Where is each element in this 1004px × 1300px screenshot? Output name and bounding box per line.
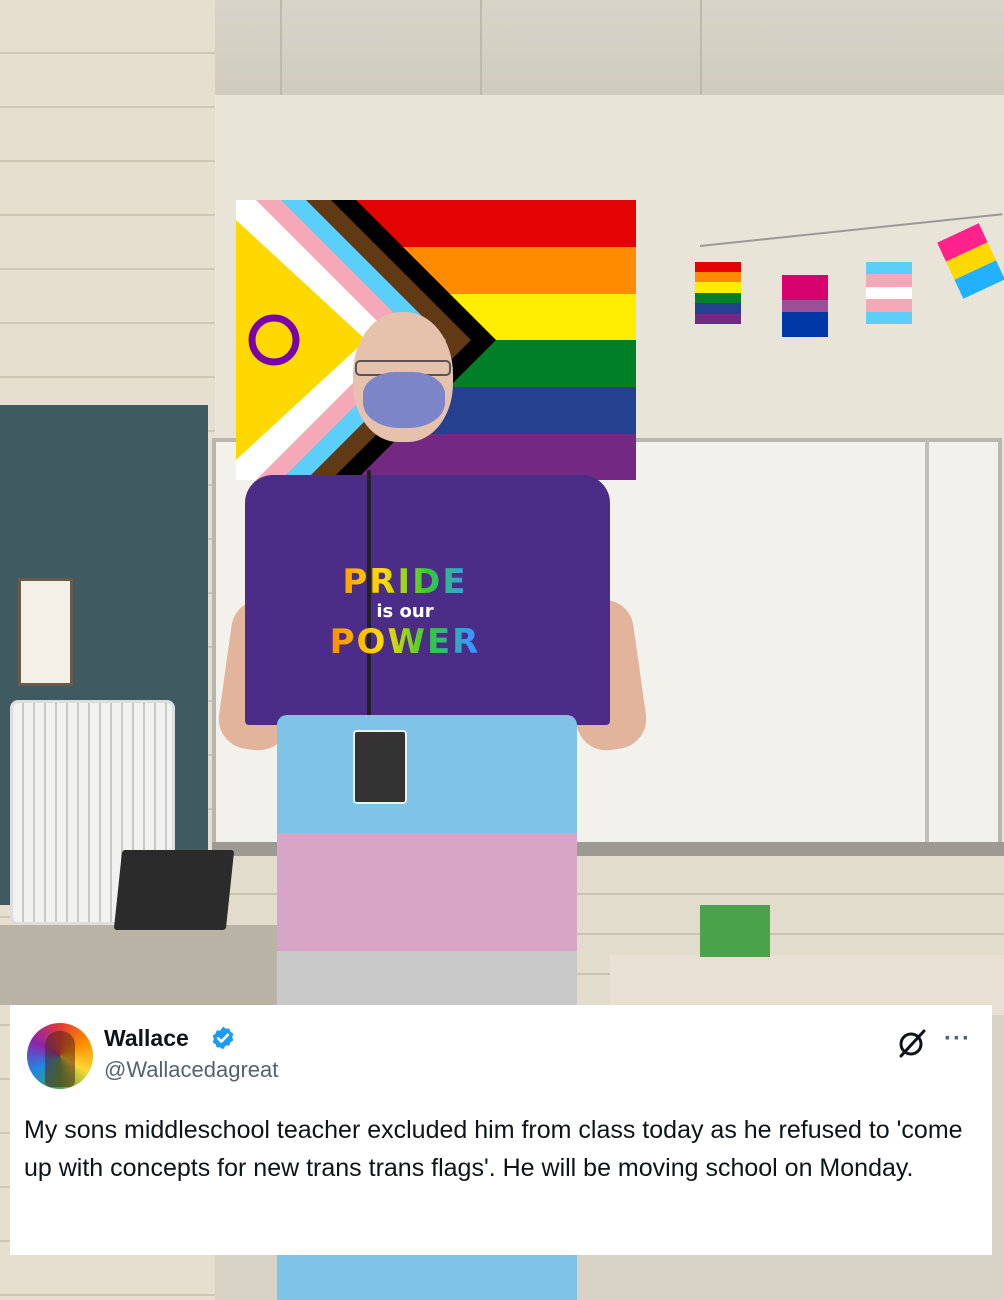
whiteboard-divider: [925, 440, 929, 848]
tweet-card[interactable]: Wallace @Wallacedagreat ··· My sons midd…: [10, 1005, 992, 1255]
grok-icon[interactable]: [896, 1027, 928, 1059]
user-handle[interactable]: @Wallacedagreat: [104, 1057, 278, 1083]
trans-pennant: [866, 262, 912, 324]
shirt-text-line3: POWER: [295, 625, 515, 659]
verified-badge-icon: [212, 1026, 234, 1050]
face-mask: [363, 372, 445, 428]
clipboard: [18, 578, 73, 686]
bi-pennant: [782, 275, 828, 337]
shirt-text-line2: is our: [376, 601, 434, 622]
more-icon[interactable]: ···: [944, 1025, 971, 1053]
laptop: [113, 850, 235, 930]
tweet-text: My sons middleschool teacher excluded hi…: [24, 1116, 963, 1182]
green-tray: [700, 905, 770, 957]
avatar-figure: [45, 1031, 75, 1087]
display-name[interactable]: Wallace: [104, 1025, 189, 1052]
shirt-text-line1: PRIDE: [295, 565, 515, 599]
avatar[interactable]: [27, 1023, 93, 1089]
id-badge: [353, 730, 407, 804]
rainbow-pennant: [695, 262, 741, 324]
shirt-print: PRIDE is our POWER: [295, 565, 515, 659]
